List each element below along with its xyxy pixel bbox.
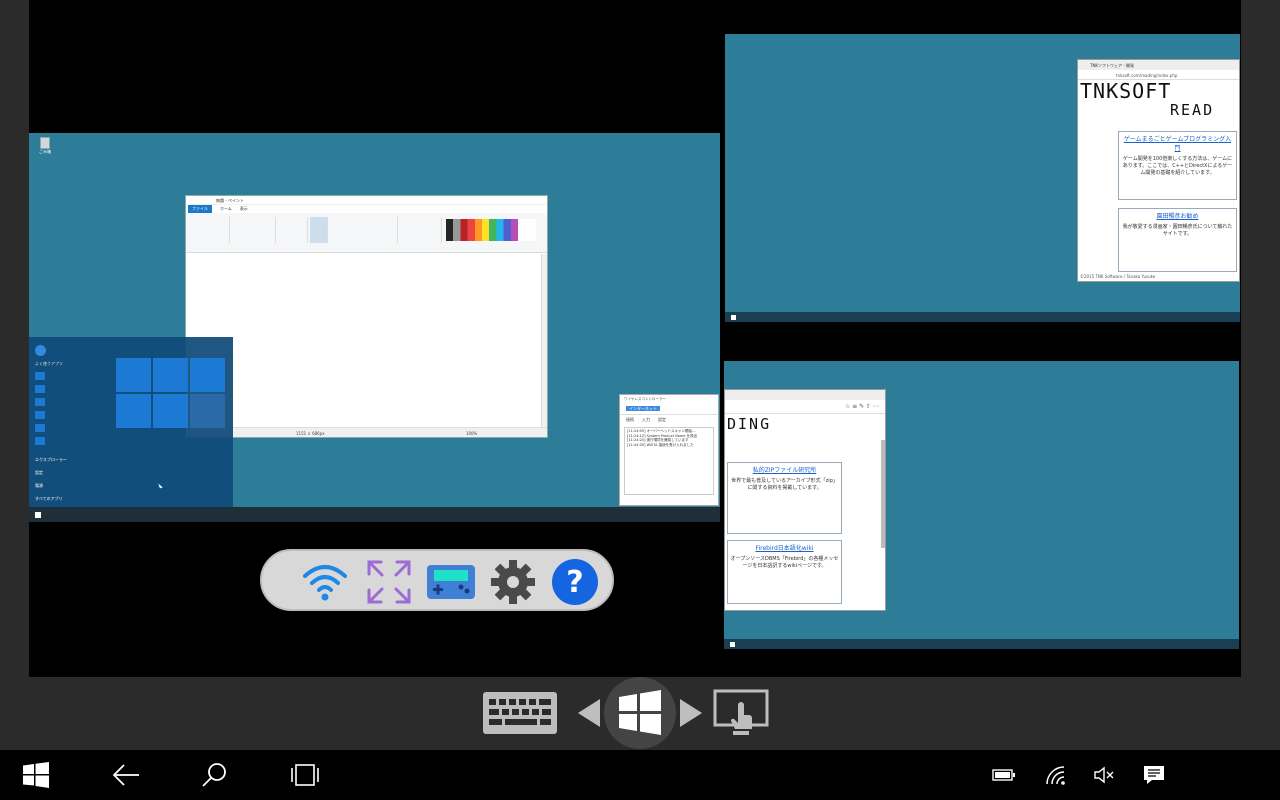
paint-window[interactable]: 無題 - ペイント ファイル ホーム 表示 1151 × 686px 100% <box>185 195 548 438</box>
start-tile[interactable] <box>153 358 188 392</box>
remote-screen-main[interactable]: ごみ箱 無題 - ペイント ファイル ホーム 表示 1151 × 686px 1… <box>29 133 720 522</box>
paint-menu-home[interactable]: ホーム <box>220 206 232 212</box>
svg-text:?: ? <box>566 565 583 600</box>
remote-start-icon[interactable] <box>35 512 41 518</box>
start-app-item[interactable] <box>35 424 45 432</box>
start-settings[interactable]: 設定 <box>35 470 43 476</box>
browser-window[interactable]: TNKソフトウェア - 開発 tnksoft.com/reading/index… <box>1077 59 1240 282</box>
browser-tab[interactable]: TNKソフトウェア - 開発 <box>1078 60 1239 70</box>
start-app-item[interactable] <box>35 411 45 419</box>
card-text: 我が敬愛する漫画家・園田暢彦氏について触れたサイトです。 <box>1122 224 1233 237</box>
remote-screen-bottom-right[interactable]: ☆ ≡ ✎ ⇧ ⋯ DING 私的ZIPファイル研究所 世界で最も普及しているア… <box>724 361 1239 649</box>
content-card: ゲームまるごとゲームプログラミング入門 ゲーム開発を100倍楽しくする方法は、ゲ… <box>1118 131 1237 200</box>
search-icon[interactable] <box>192 750 236 800</box>
start-tile[interactable] <box>190 358 225 392</box>
mouse-cursor <box>158 482 163 489</box>
color-palette[interactable] <box>446 219 536 241</box>
browser-window[interactable]: ☆ ≡ ✎ ⇧ ⋯ DING 私的ZIPファイル研究所 世界で最も普及しているア… <box>724 389 886 611</box>
paint-status-size: 1151 × 686px <box>296 431 325 436</box>
site-logo: TNKSOFT <box>1080 79 1172 103</box>
notifications-icon[interactable] <box>1140 750 1168 800</box>
card-link[interactable]: 園田暢彦お勧め <box>1121 211 1234 220</box>
start-app-item[interactable] <box>35 398 45 406</box>
menu-connect[interactable]: 接続 <box>626 417 634 423</box>
wifi-icon[interactable] <box>300 559 350 605</box>
content-card: 園田暢彦お勧め 我が敬愛する漫画家・園田暢彦氏について触れたサイトです。 <box>1118 208 1237 272</box>
content-card: 私的ZIPファイル研究所 世界で最も普及しているアーカイブ形式「zip」に関する… <box>727 462 842 534</box>
control-bar <box>0 677 1280 750</box>
start-app-item[interactable] <box>35 385 45 393</box>
card-link[interactable]: Firebird日本語化wiki <box>730 543 839 552</box>
paint-canvas[interactable] <box>186 254 547 427</box>
log-list: [11:24:05] オーバーヘッドスキャン開始… [11:24:12] Sys… <box>624 427 714 495</box>
browser-toolbar[interactable]: ☆ ≡ ✎ ⇧ ⋯ <box>725 400 885 414</box>
tab-internet[interactable]: インターネット <box>626 406 660 411</box>
battery-icon <box>990 750 1018 800</box>
paint-zoom: 100% <box>465 431 478 436</box>
card-link[interactable]: ゲームまるごとゲームプログラミング入門 <box>1121 134 1234 152</box>
fullscreen-icon[interactable] <box>364 559 414 605</box>
volume-muted-icon[interactable] <box>1090 750 1118 800</box>
keyboard-icon[interactable] <box>482 691 558 735</box>
task-view-icon[interactable] <box>283 750 327 800</box>
paint-scrollbar[interactable] <box>541 254 547 427</box>
back-icon[interactable] <box>104 750 148 800</box>
card-text: ゲーム開発を100倍楽しくする方法は、ゲームにあります。ここでは、C++とDir… <box>1122 156 1233 176</box>
menu-settings[interactable]: 設定 <box>658 417 666 423</box>
start-tile[interactable] <box>153 394 188 428</box>
start-app-item[interactable] <box>35 372 45 380</box>
remote-taskbar[interactable] <box>724 639 1239 649</box>
site-footer: ©2015 TNK Software / Tanaka Yusuke <box>1080 274 1156 279</box>
most-used-heading: よく使うアプリ <box>35 361 63 366</box>
network-icon[interactable] <box>1042 750 1070 800</box>
content-card: Firebird日本語化wiki オープンソースDBMS「Firebird」の各… <box>727 540 842 604</box>
start-menu[interactable]: よく使うアプリ エクスプローラー 設定 電源 すべてのアプリ <box>29 337 233 507</box>
remote-taskbar[interactable] <box>29 507 720 522</box>
gear-icon[interactable] <box>488 559 538 605</box>
user-avatar[interactable] <box>35 345 46 356</box>
gamepad-icon[interactable] <box>426 559 476 605</box>
paint-menu-file[interactable]: ファイル <box>188 205 212 213</box>
paint-menu-view[interactable]: 表示 <box>240 206 248 212</box>
start-all-apps[interactable]: すべてのアプリ <box>35 496 63 502</box>
menu-input[interactable]: 入力 <box>642 417 650 423</box>
wireless-controller-title: ワイヤレスコントローラー <box>624 397 666 401</box>
start-explorer[interactable]: エクスプローラー <box>35 457 67 463</box>
recycle-bin-icon[interactable]: ごみ箱 <box>39 137 51 155</box>
floating-toolbar: ? <box>260 549 614 611</box>
card-text: オープンソースDBMS「Firebird」の各種メッセージを日本語訳するwiki… <box>730 556 839 569</box>
remote-screen-top-right[interactable]: TNKソフトウェア - 開発 tnksoft.com/reading/index… <box>725 34 1240 322</box>
arrow-right-icon[interactable] <box>678 697 704 729</box>
remote-start-icon[interactable] <box>730 642 735 647</box>
site-logo-sub: READ <box>1170 101 1215 119</box>
touch-screen-icon[interactable] <box>713 689 769 739</box>
system-taskbar <box>0 750 1280 800</box>
start-icon[interactable] <box>14 750 58 800</box>
windows-logo-icon[interactable] <box>604 677 676 749</box>
paint-ribbon[interactable] <box>186 213 547 253</box>
card-link[interactable]: 私的ZIPファイル研究所 <box>730 465 839 474</box>
start-tile[interactable] <box>116 394 151 428</box>
start-power[interactable]: 電源 <box>35 483 43 489</box>
start-app-item[interactable] <box>35 437 45 445</box>
log-line: [11:44:05] WSITA 接続を受け入れました <box>627 442 694 447</box>
arrow-left-icon[interactable] <box>576 697 602 729</box>
wireless-controller-window[interactable]: ワイヤレスコントローラー インターネット 接続 入力 設定 [11:24:05]… <box>619 394 719 506</box>
remote-start-icon[interactable] <box>731 315 736 320</box>
recycle-bin-label: ごみ箱 <box>39 149 51 154</box>
site-logo: DING <box>727 415 772 433</box>
start-tile[interactable] <box>116 358 151 392</box>
paint-title: 無題 - ペイント <box>186 196 547 205</box>
help-icon[interactable]: ? <box>550 559 600 605</box>
remote-viewer[interactable]: ごみ箱 無題 - ペイント ファイル ホーム 表示 1151 × 686px 1… <box>29 0 1241 677</box>
card-text: 世界で最も普及しているアーカイブ形式「zip」に関する資料を掲載しています。 <box>731 478 838 491</box>
start-tile[interactable] <box>190 394 225 428</box>
remote-taskbar[interactable] <box>725 312 1240 322</box>
browser-scrollbar[interactable] <box>881 440 885 548</box>
